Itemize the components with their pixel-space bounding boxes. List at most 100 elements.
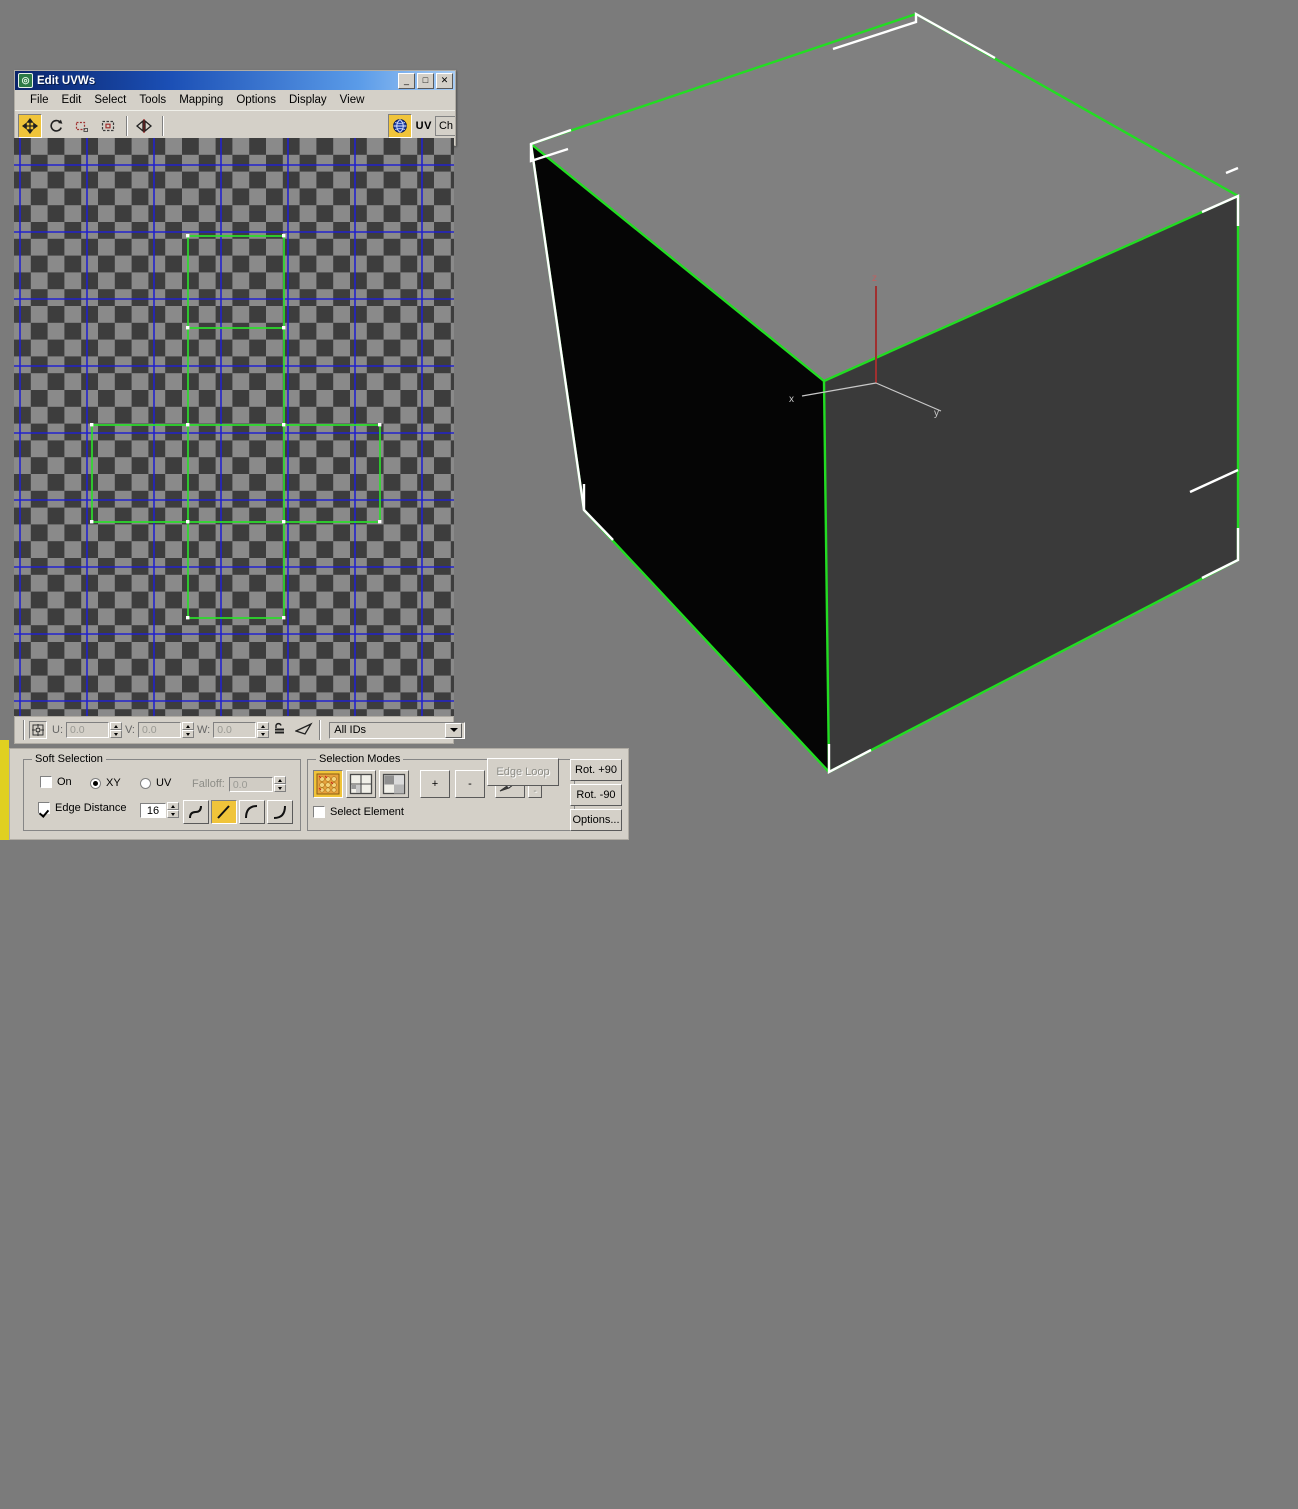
falloff-field[interactable]: 0.0 <box>229 777 273 792</box>
rotate-icon <box>48 118 64 134</box>
soft-selection-on-checkbox[interactable] <box>40 776 52 788</box>
show-map-button[interactable] <box>388 114 412 138</box>
uv-dropdown-label[interactable]: UV <box>416 120 432 132</box>
menubar[interactable]: File Edit Select Tools Mapping Options D… <box>15 90 455 110</box>
slow-curve-icon <box>271 804 289 820</box>
edge-loop-button[interactable]: Edge Loop <box>487 758 559 786</box>
v-label: V: <box>125 724 135 736</box>
scale-tool[interactable] <box>70 114 94 138</box>
window-titlebar[interactable]: ◎ Edit UVWs _ □ ✕ <box>15 71 455 90</box>
bar-separator-1 <box>319 720 321 740</box>
u-spinner[interactable]: U: 0.0 <box>52 722 120 738</box>
falloff-spinner-arrows[interactable] <box>274 776 284 792</box>
v-spinner[interactable]: V: 0.0 <box>125 722 192 738</box>
soft-selection-group: Soft Selection On XY UV Falloff: 0.0 Edg… <box>23 759 301 831</box>
edge-distance-checkbox[interactable] <box>38 802 50 814</box>
linear-curve-icon <box>215 804 233 820</box>
uv-transform-bar[interactable]: U: 0.0 V: 0.0 W: 0.0 All IDs <box>14 716 454 744</box>
scale-icon <box>74 118 90 134</box>
uv-edit-canvas[interactable] <box>14 138 454 716</box>
lock-selected-icon <box>273 722 287 736</box>
pivot-center-button[interactable] <box>29 721 47 739</box>
rot-plus-90-label: Rot. +90 <box>575 764 617 776</box>
menu-view[interactable]: View <box>334 92 372 108</box>
uv-canvas-container[interactable] <box>14 138 454 716</box>
falloff-label: Falloff: <box>192 778 225 790</box>
edge-distance-spinner-arrows[interactable] <box>167 802 177 818</box>
rotate-plus-90-button[interactable]: Rot. +90 <box>570 759 622 781</box>
axis-label-x: x <box>789 394 794 405</box>
brush-minus-label: - <box>533 786 536 797</box>
minimize-button[interactable]: _ <box>398 73 415 89</box>
mirror-tool[interactable] <box>132 114 156 138</box>
maximize-button[interactable]: □ <box>417 73 434 89</box>
move-tool[interactable] <box>18 114 42 138</box>
minimize-glyph: _ <box>404 74 409 86</box>
edge-distance-field[interactable]: 16 <box>140 803 166 818</box>
w-field[interactable]: 0.0 <box>213 722 256 738</box>
window-title: Edit UVWs <box>37 75 396 87</box>
menu-mapping[interactable]: Mapping <box>173 92 230 108</box>
menu-tools[interactable]: Tools <box>133 92 173 108</box>
falloff-curve-fast-button[interactable] <box>239 800 265 824</box>
soft-selection-xy-radio[interactable] <box>90 778 101 789</box>
background-left-strip <box>0 740 9 840</box>
material-ids-value: All IDs <box>330 724 445 736</box>
axis-label-y: y <box>934 408 939 419</box>
pivot-center-icon <box>32 724 44 736</box>
channel-dropdown[interactable]: Ch <box>435 116 455 136</box>
paint-select-button[interactable] <box>295 722 315 738</box>
u-field[interactable]: 0.0 <box>66 722 109 738</box>
v-spinner-arrows[interactable] <box>182 722 192 738</box>
falloff-curve-slow-button[interactable] <box>267 800 293 824</box>
menu-options[interactable]: Options <box>230 92 283 108</box>
close-glyph: ✕ <box>441 74 449 86</box>
maximize-glyph: □ <box>423 74 428 86</box>
w-spinner-arrows[interactable] <box>257 722 267 738</box>
select-element-label: Select Element <box>330 806 404 818</box>
edge-distance-label: Edge Distance <box>55 802 127 814</box>
filter-selected-faces-button[interactable] <box>346 770 376 798</box>
close-button[interactable]: ✕ <box>436 73 453 89</box>
menu-select[interactable]: Select <box>88 92 133 108</box>
soft-selection-uv-radio[interactable] <box>140 778 151 789</box>
rot-minus-90-label: Rot. -90 <box>576 789 615 801</box>
selection-options-label: Options... <box>572 814 619 826</box>
v-field[interactable]: 0.0 <box>138 722 181 738</box>
selection-options-button[interactable]: Options... <box>570 809 622 831</box>
grow-selection-button[interactable]: + <box>420 770 450 798</box>
uvw-app-icon: ◎ <box>18 73 33 88</box>
menu-display[interactable]: Display <box>283 92 334 108</box>
sync-to-viewport-button[interactable] <box>313 770 343 798</box>
w-spinner[interactable]: W: 0.0 <box>197 722 267 738</box>
selection-modes-title: Selection Modes <box>316 753 403 765</box>
u-label: U: <box>52 724 63 736</box>
move-icon <box>22 118 38 134</box>
falloff-curve-smooth-button[interactable] <box>183 800 209 824</box>
filter-faces-icon <box>349 773 373 795</box>
w-label: W: <box>197 724 210 736</box>
falloff-curve-linear-button[interactable] <box>211 800 237 824</box>
edit-uvws-window[interactable]: ◎ Edit UVWs _ □ ✕ File Edit Select Tools… <box>14 70 456 146</box>
s-curve-icon <box>187 804 205 820</box>
material-ids-dropdown[interactable]: All IDs <box>329 722 465 739</box>
fast-curve-icon <box>243 804 261 820</box>
freeform-tool[interactable] <box>96 114 120 138</box>
menu-file[interactable]: File <box>24 92 56 108</box>
brush-size-decrease-button[interactable]: - <box>528 785 542 798</box>
rotate-minus-90-button[interactable]: Rot. -90 <box>570 784 622 806</box>
show-subobject-button[interactable] <box>379 770 409 798</box>
shrink-selection-button[interactable]: - <box>455 770 485 798</box>
grow-label: + <box>432 778 438 790</box>
soft-selection-title: Soft Selection <box>32 753 106 765</box>
select-element-checkbox[interactable] <box>313 806 325 818</box>
menu-edit[interactable]: Edit <box>56 92 89 108</box>
freeform-icon <box>100 118 116 134</box>
globe-icon <box>392 118 408 134</box>
checker-pattern <box>14 138 454 716</box>
u-spinner-arrows[interactable] <box>110 722 120 738</box>
uvw-toolbar[interactable]: UV Ch <box>15 110 455 141</box>
rotate-tool[interactable] <box>44 114 68 138</box>
lock-selected-button[interactable] <box>273 722 289 738</box>
material-ids-dropdown-arrow[interactable] <box>445 723 462 738</box>
